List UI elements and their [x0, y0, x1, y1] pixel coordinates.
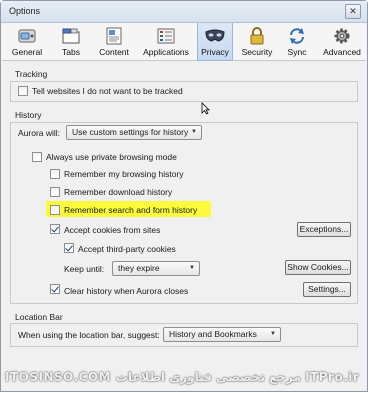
privacy-mask-icon — [205, 29, 225, 42]
suggest-dropdown[interactable]: History and Bookmarks ▼ — [163, 327, 281, 342]
tab-content[interactable]: Content — [94, 23, 134, 61]
window-title: Options — [9, 6, 41, 16]
tab-general-label: General — [11, 47, 43, 57]
options-window: Options ✕ General Tabs Content Applicati… — [0, 0, 368, 392]
mouse-cursor-icon — [201, 102, 210, 115]
download-history-checkbox[interactable] — [50, 187, 60, 197]
tab-privacy-label: Privacy — [201, 47, 229, 57]
history-heading: History — [15, 110, 42, 120]
preferences-toolbar: General Tabs Content Applications Privac… — [2, 23, 366, 61]
download-history-label: Remember download history — [64, 187, 173, 197]
tab-sync-label: Sync — [287, 47, 307, 57]
dnt-label: Tell websites I do not want to be tracke… — [32, 86, 183, 96]
private-browsing-checkbox[interactable] — [32, 152, 42, 162]
private-browsing-label: Always use private browsing mode — [46, 152, 177, 162]
padlock-icon — [250, 27, 264, 45]
tab-security[interactable]: Security — [238, 23, 276, 61]
third-party-cookies-checkbox[interactable] — [64, 243, 74, 253]
tab-security-label: Security — [241, 47, 273, 57]
chevron-down-icon: ▼ — [191, 129, 197, 135]
content-page-icon — [106, 27, 122, 45]
tab-privacy[interactable]: Privacy — [197, 23, 233, 61]
suggest-value: History and Bookmarks — [169, 329, 257, 339]
keep-until-label: Keep until: — [64, 264, 105, 274]
keep-until-value: they expire — [118, 263, 160, 273]
general-switch-icon — [18, 29, 36, 43]
tab-sync[interactable]: Sync — [282, 23, 312, 61]
tab-tabs-label: Tabs — [62, 47, 80, 57]
dnt-checkbox[interactable] — [18, 86, 28, 96]
browsing-history-label: Remember my browsing history — [64, 169, 184, 179]
exceptions-button[interactable]: Exceptions... — [297, 222, 351, 237]
show-cookies-button[interactable]: Show Cookies... — [285, 260, 351, 275]
tab-applications[interactable]: Applications — [139, 23, 193, 61]
third-party-cookies-label: Accept third-party cookies — [78, 244, 176, 254]
chevron-down-icon: ▼ — [270, 331, 276, 337]
history-mode-value: Use custom settings for history — [72, 127, 189, 137]
history-mode-dropdown[interactable]: Use custom settings for history ▼ — [66, 125, 202, 140]
close-icon: ✕ — [349, 6, 357, 16]
location-bar-heading: Location Bar — [15, 312, 63, 322]
gear-icon — [334, 28, 350, 44]
tabs-window-icon — [62, 28, 80, 44]
aurora-will-label: Aurora will: — [18, 128, 61, 138]
tab-applications-label: Applications — [143, 47, 189, 57]
watermark: ITOSINSO.COM مرجع تخصصی فناوری اطلاعات I… — [5, 370, 360, 384]
close-button[interactable]: ✕ — [345, 4, 361, 19]
browsing-history-checkbox[interactable] — [50, 169, 60, 179]
accept-cookies-checkbox[interactable] — [50, 224, 60, 234]
suggest-label: When using the location bar, suggest: — [18, 330, 160, 340]
accept-cookies-label: Accept cookies from sites — [64, 225, 161, 235]
tab-general[interactable]: General — [8, 23, 46, 61]
tab-advanced[interactable]: Advanced — [320, 23, 364, 61]
clear-history-checkbox[interactable] — [50, 284, 60, 294]
clear-history-label: Clear history when Aurora closes — [64, 286, 189, 296]
tracking-heading: Tracking — [15, 69, 48, 79]
applications-list-icon — [157, 28, 175, 44]
title-bar: Options ✕ — [1, 1, 367, 23]
sync-arrows-icon — [290, 28, 304, 44]
tab-tabs[interactable]: Tabs — [54, 23, 88, 61]
chevron-down-icon: ▼ — [189, 265, 195, 271]
search-form-history-checkbox[interactable] — [50, 205, 60, 215]
keep-until-dropdown[interactable]: they expire ▼ — [112, 261, 200, 276]
search-form-history-label: Remember search and form history — [64, 205, 198, 215]
tab-content-label: Content — [99, 47, 129, 57]
settings-button[interactable]: Settings... — [303, 282, 351, 297]
tab-advanced-label: Advanced — [323, 47, 361, 57]
